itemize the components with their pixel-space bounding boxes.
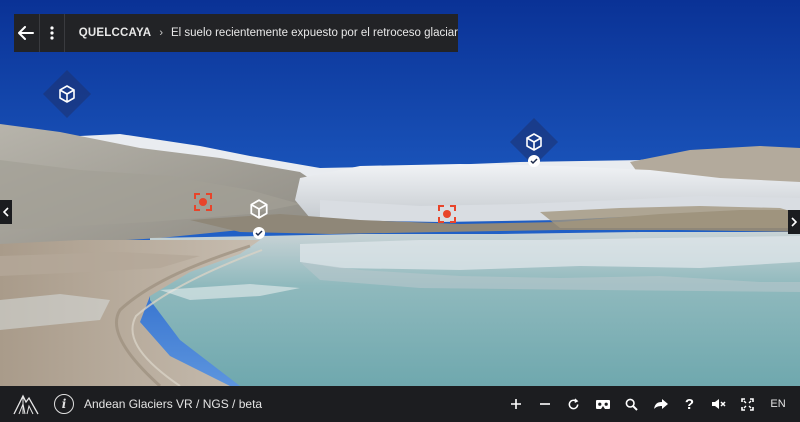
- chevron-left-icon: [3, 207, 9, 217]
- top-navigation-bar: QUELCCAYA › El suelo recientemente expue…: [14, 14, 458, 52]
- panorama-view[interactable]: [0, 0, 800, 386]
- vr-mode-button[interactable]: [588, 386, 617, 422]
- share-button[interactable]: [646, 386, 675, 422]
- chevron-right-icon: [791, 217, 797, 227]
- vertical-dots-icon: [50, 26, 54, 40]
- minus-icon: [539, 403, 550, 405]
- target-icon: [194, 193, 212, 211]
- breadcrumb: QUELCCAYA › El suelo recientemente expue…: [65, 27, 458, 39]
- visited-badge: [253, 227, 265, 239]
- pan-left-button[interactable]: [0, 200, 12, 224]
- vr-headset-icon: [595, 399, 610, 409]
- share-icon: [653, 399, 668, 409]
- cube-icon: [250, 199, 268, 219]
- help-icon: ?: [684, 395, 695, 413]
- language-selector[interactable]: EN: [762, 386, 794, 422]
- menu-button[interactable]: [39, 14, 64, 52]
- bottom-toolbar: i Andean Glaciers VR / NGS / beta ? EN: [0, 386, 800, 422]
- reset-view-button[interactable]: [559, 386, 588, 422]
- fullscreen-button[interactable]: [733, 386, 762, 422]
- check-icon: [530, 158, 538, 165]
- scene-hotspot-3[interactable]: [246, 196, 272, 222]
- help-button[interactable]: ?: [675, 386, 704, 422]
- zoom-out-button[interactable]: [530, 386, 559, 422]
- cube-icon: [526, 133, 542, 151]
- target-icon: [438, 205, 456, 223]
- arrow-left-icon: [18, 26, 35, 40]
- zoom-in-button[interactable]: [501, 386, 530, 422]
- mute-button[interactable]: [704, 386, 733, 422]
- cube-icon: [59, 85, 75, 103]
- plus-icon: [510, 399, 521, 409]
- breadcrumb-location[interactable]: QUELCCAYA: [79, 27, 152, 39]
- search-button[interactable]: [617, 386, 646, 422]
- fullscreen-icon: [741, 397, 754, 411]
- pan-right-button[interactable]: [788, 210, 800, 234]
- breadcrumb-separator: ›: [159, 27, 163, 39]
- scene-hotspot-1[interactable]: [55, 82, 79, 106]
- back-button[interactable]: [14, 14, 39, 52]
- scene-hotspot-2[interactable]: [522, 130, 546, 154]
- check-icon: [255, 230, 263, 237]
- search-icon: [625, 398, 638, 411]
- panorama-image: [0, 0, 800, 386]
- visited-badge: [528, 155, 540, 167]
- info-point-1[interactable]: [194, 193, 212, 211]
- credit-text: Andean Glaciers VR / NGS / beta: [84, 397, 263, 411]
- speaker-muted-icon: [712, 399, 726, 409]
- scene-title: El suelo recientemente expuesto por el r…: [170, 27, 459, 39]
- info-button[interactable]: i: [54, 394, 74, 414]
- mountain-logo-icon: [13, 394, 39, 415]
- info-point-2[interactable]: [438, 205, 456, 223]
- viewer-tools: ? EN: [501, 386, 794, 422]
- refresh-icon: [568, 397, 579, 409]
